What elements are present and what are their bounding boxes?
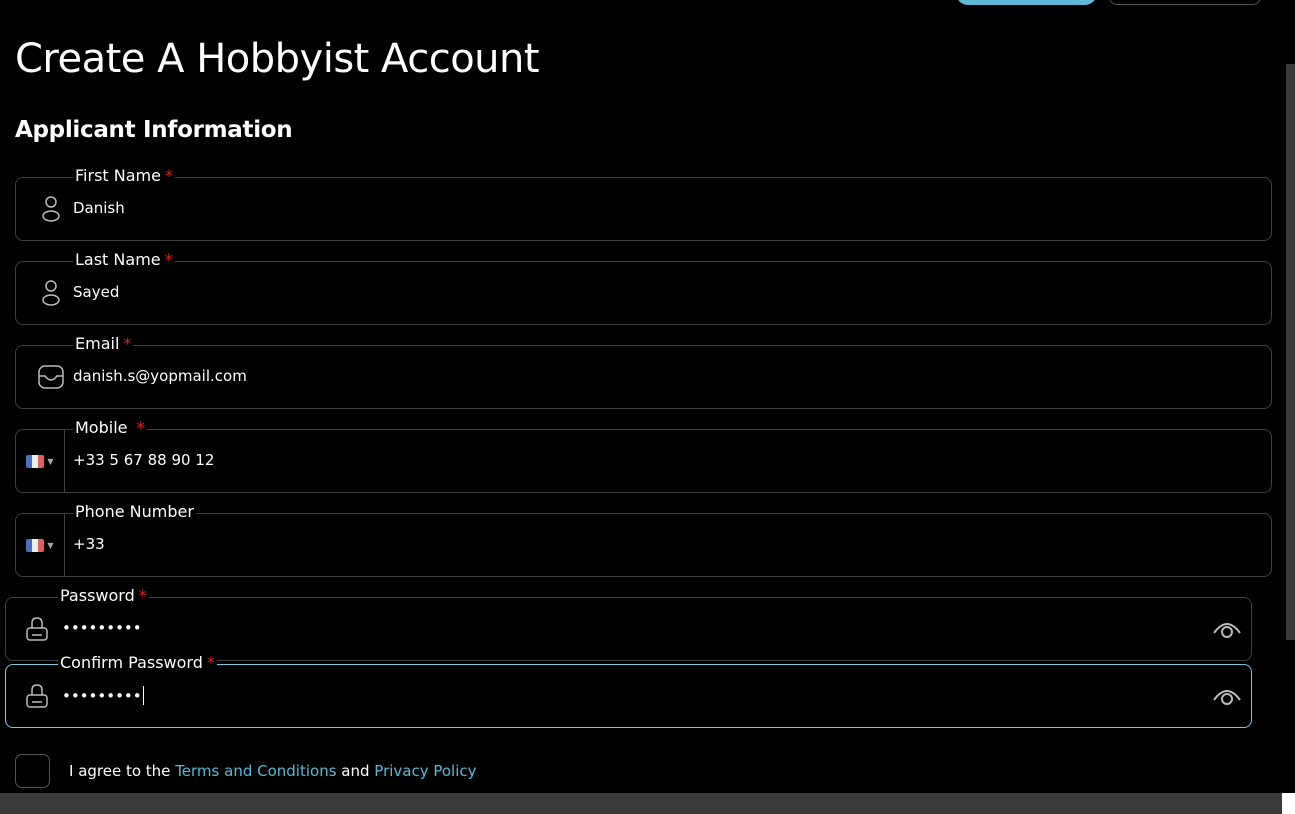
confirm-password-field[interactable]: Confirm Password * ••••••••• xyxy=(5,653,1252,728)
phone-number-label: Phone Number xyxy=(73,502,196,522)
top-primary-button[interactable] xyxy=(956,0,1097,5)
agreement-middle: and xyxy=(336,762,375,780)
required-marker: * xyxy=(164,166,173,185)
phone-number-input[interactable]: +33 xyxy=(73,535,105,553)
vertical-scrollbar[interactable] xyxy=(1286,64,1295,640)
user-icon xyxy=(37,195,65,223)
last-name-field[interactable]: Last Name * Sayed xyxy=(15,250,1272,325)
confirm-password-input[interactable]: ••••••••• xyxy=(62,686,144,705)
password-label: Password * xyxy=(58,586,149,606)
eye-icon[interactable] xyxy=(1211,615,1243,643)
first-name-field[interactable]: First Name * Danish xyxy=(15,166,1272,241)
page-title: Create A Hobbyist Account xyxy=(15,36,540,82)
inbox-icon xyxy=(37,363,65,391)
required-marker: * xyxy=(136,418,145,437)
section-title: Applicant Information xyxy=(15,117,293,143)
mobile-field[interactable]: Mobile * ▼ +33 5 67 88 90 12 xyxy=(15,418,1272,493)
page: Create A Hobbyist Account Applicant Info… xyxy=(0,0,1295,814)
agreement-prefix: I agree to the xyxy=(69,762,176,780)
caret-down-icon: ▼ xyxy=(47,540,54,550)
user-icon xyxy=(37,279,65,307)
mobile-label: Mobile * xyxy=(73,418,147,438)
confirm-password-label: Confirm Password * xyxy=(58,653,217,673)
text-caret xyxy=(142,686,144,705)
phone-number-field[interactable]: Phone Number ▼ +33 xyxy=(15,502,1272,577)
password-input[interactable]: ••••••••• xyxy=(62,619,142,637)
scroll-corner xyxy=(1282,793,1295,814)
email-input[interactable]: danish.s@yopmail.com xyxy=(73,367,247,385)
agreement-text: I agree to the Terms and Conditions and … xyxy=(69,762,477,780)
caret-down-icon: ▼ xyxy=(47,456,54,466)
france-flag-icon xyxy=(26,454,45,468)
mobile-country-selector[interactable]: ▼ xyxy=(16,430,65,492)
privacy-policy-link[interactable]: Privacy Policy xyxy=(374,762,476,780)
password-field[interactable]: Password * ••••••••• xyxy=(5,586,1252,661)
horizontal-scrollbar[interactable] xyxy=(0,793,1282,814)
agree-checkbox[interactable] xyxy=(15,754,50,788)
required-marker: * xyxy=(123,334,132,353)
email-field[interactable]: Email * danish.s@yopmail.com xyxy=(15,334,1272,409)
top-secondary-button[interactable] xyxy=(1109,0,1261,5)
lock-icon xyxy=(23,615,51,643)
phone-country-selector[interactable]: ▼ xyxy=(16,514,65,576)
last-name-label: Last Name * xyxy=(73,250,175,270)
email-label: Email * xyxy=(73,334,134,354)
first-name-label: First Name * xyxy=(73,166,175,186)
required-marker: * xyxy=(164,250,173,269)
required-marker: * xyxy=(206,653,215,672)
required-marker: * xyxy=(138,586,147,605)
eye-icon[interactable] xyxy=(1211,682,1243,710)
france-flag-icon xyxy=(26,538,45,552)
lock-icon xyxy=(23,682,51,710)
last-name-input[interactable]: Sayed xyxy=(73,283,119,301)
first-name-input[interactable]: Danish xyxy=(73,199,125,217)
mobile-input[interactable]: +33 5 67 88 90 12 xyxy=(73,451,214,469)
terms-link[interactable]: Terms and Conditions xyxy=(175,762,336,780)
